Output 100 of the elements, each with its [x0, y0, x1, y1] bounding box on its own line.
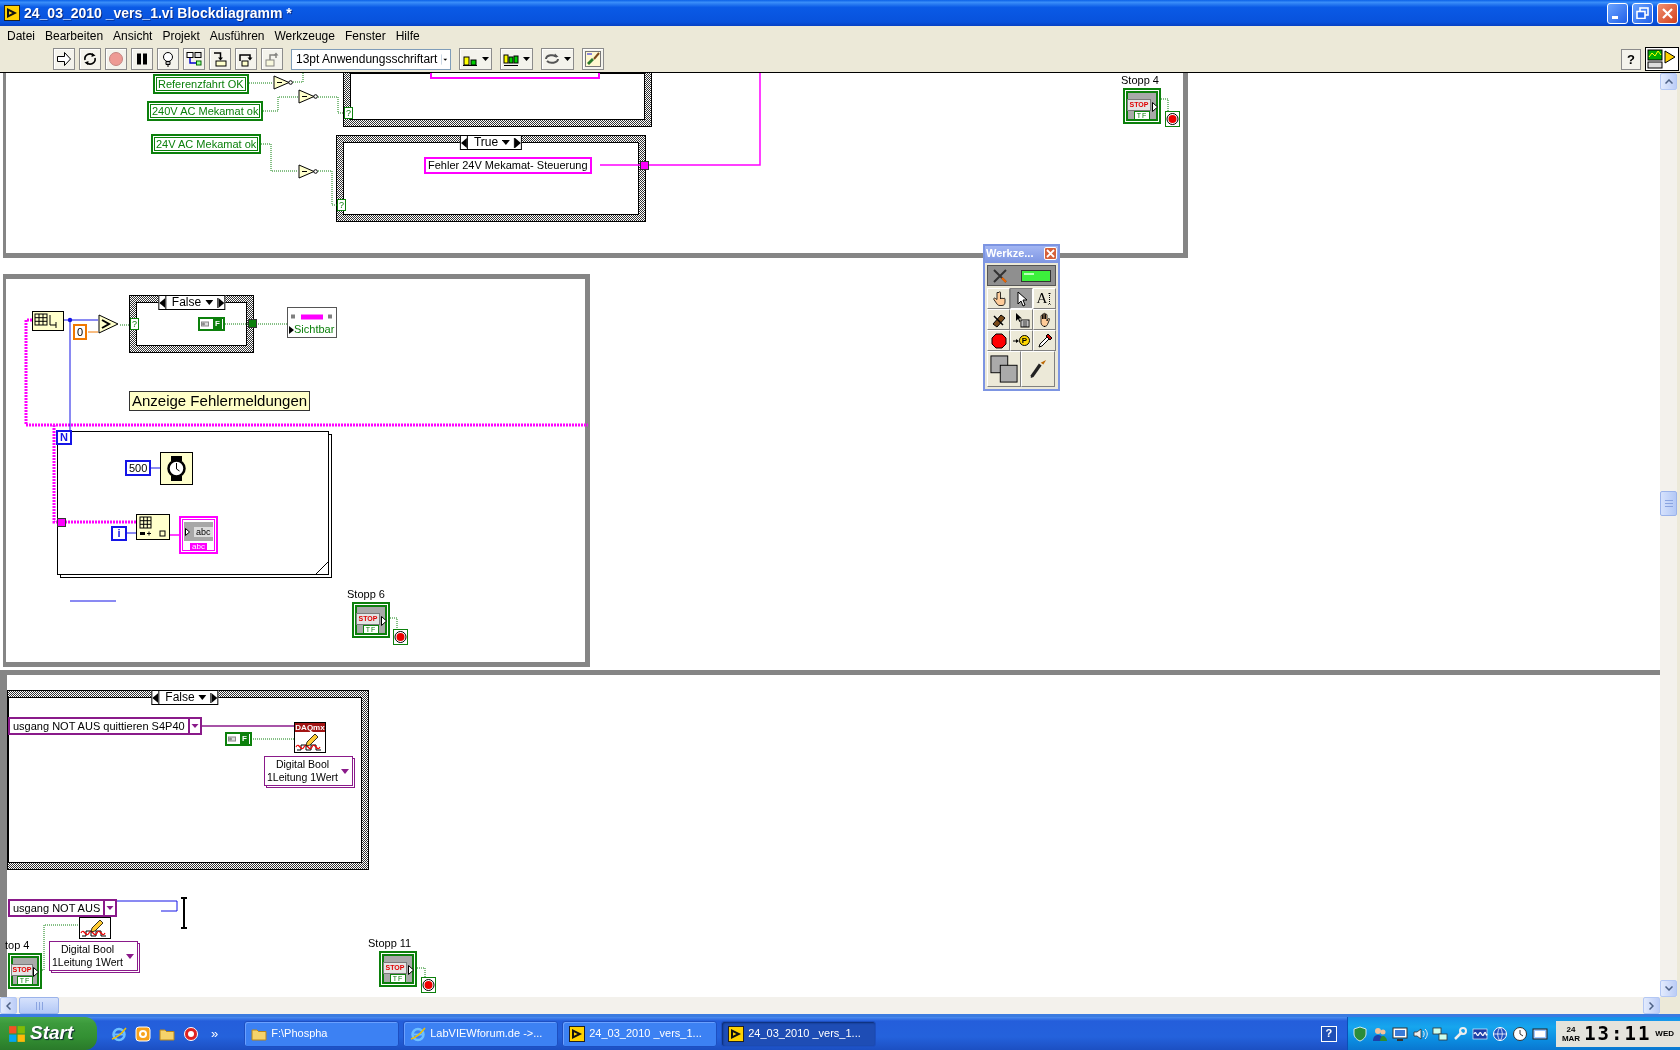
string-constant: Fehler 24V Mekamat- Steuerung: [424, 157, 592, 174]
channel-name: usgang NOT AUS quittieren S4P40: [12, 719, 186, 733]
text-tool-button[interactable]: A: [1033, 288, 1056, 309]
align-objects-button[interactable]: [459, 48, 492, 70]
speaker-icon[interactable]: [1411, 1025, 1428, 1042]
rounded-square-icon[interactable]: [135, 1025, 151, 1042]
run-continuously-button[interactable]: [79, 48, 101, 70]
highlight-execution-button[interactable]: [157, 48, 179, 70]
chevron-left-icon: [6, 1001, 11, 1010]
run-button[interactable]: [53, 48, 75, 70]
scroll-thumb[interactable]: [19, 997, 59, 1014]
window-icon[interactable]: [1531, 1025, 1548, 1042]
language-help-button[interactable]: ?: [1320, 1025, 1337, 1042]
font-dropdown[interactable]: 13pt Anwendungsschriftart: [291, 48, 451, 70]
users-icon[interactable]: [1371, 1025, 1388, 1042]
pause-button[interactable]: [131, 48, 153, 70]
shield-icon[interactable]: [1351, 1025, 1368, 1042]
taskbar-button[interactable]: 24_03_2010 _vers_1...: [562, 1020, 718, 1047]
close-icon: [1662, 7, 1673, 19]
taskbar-button[interactable]: F:\Phospha: [244, 1020, 400, 1047]
shortcut-menu-tool-button[interactable]: [1010, 309, 1033, 330]
selector-terminal: ?: [337, 199, 346, 211]
scroll-right-button[interactable]: [1643, 997, 1660, 1014]
free-label: Anzeige Fehlermeldungen: [129, 391, 311, 411]
menu-item[interactable]: Datei: [2, 28, 40, 44]
wire: [126, 532, 137, 534]
case-selector[interactable]: False: [157, 295, 226, 310]
selector-terminal: ?: [344, 107, 353, 119]
start-button[interactable]: Start: [0, 1017, 97, 1050]
scroll-up-button[interactable]: [1660, 73, 1677, 90]
close-button[interactable]: [1657, 2, 1678, 24]
caret-icon: [198, 695, 207, 700]
taskbar-button[interactable]: LabVIEWforum.de ->...: [403, 1020, 559, 1047]
operate-tool-button[interactable]: [987, 288, 1010, 309]
menu-item[interactable]: Werkzeuge: [269, 28, 340, 44]
selector-terminal: ?: [130, 318, 139, 330]
wiring-tool-button[interactable]: [987, 309, 1010, 330]
scroll-down-button[interactable]: [1660, 980, 1677, 997]
caret-icon: [205, 300, 214, 305]
chevron-down-icon: [1664, 986, 1673, 991]
menu-item[interactable]: Fenster: [339, 28, 391, 44]
help-button[interactable]: ?: [1621, 48, 1641, 70]
menu-item[interactable]: Ansicht: [108, 28, 158, 44]
menu-item[interactable]: Ausführen: [204, 28, 270, 44]
polymorphic-selector[interactable]: Digital Bool 1Leitung 1Wert: [264, 756, 354, 786]
breakpoint-tool-button[interactable]: [987, 330, 1010, 351]
scroll-left-button[interactable]: [0, 997, 17, 1014]
more-chevron[interactable]: »: [207, 1025, 223, 1042]
round-app-icon[interactable]: [183, 1025, 199, 1042]
output-arrow-icon: [408, 965, 414, 975]
step-over-button[interactable]: [235, 48, 257, 70]
vertical-scrollbar[interactable]: [1660, 73, 1677, 997]
polymorphic-selector[interactable]: Digital Bool 1Leitung 1Wert: [49, 941, 139, 971]
type-label: abc: [190, 543, 207, 551]
taskbar-button[interactable]: 24_03_2010 _vers_1...: [721, 1020, 877, 1047]
scroll-thumb[interactable]: [1660, 491, 1677, 516]
stop-circle-icon: [393, 629, 408, 645]
paintbrush-tool-button[interactable]: [1021, 351, 1055, 387]
decrement-arrow-icon: [460, 137, 467, 148]
color-swatch-tool-button[interactable]: [987, 351, 1021, 387]
waveform-icon[interactable]: [1471, 1025, 1488, 1042]
increment-arrow-icon: [514, 137, 522, 148]
network-icon[interactable]: [1431, 1025, 1448, 1042]
color-copy-tool-button[interactable]: [1033, 330, 1056, 351]
distribute-objects-icon: [503, 51, 519, 67]
broom-icon: [585, 51, 601, 67]
menu-item[interactable]: Projekt: [157, 28, 205, 44]
stop-circle-icon: [421, 977, 436, 993]
reorder-button[interactable]: [541, 48, 574, 70]
probe-wire-icon: [1013, 337, 1019, 344]
pause-icon: [134, 51, 150, 67]
clean-up-button[interactable]: [582, 48, 604, 70]
minimize-button[interactable]: [1607, 2, 1628, 24]
restore-button[interactable]: [1632, 2, 1653, 24]
menu-item[interactable]: Bearbeiten: [40, 28, 109, 44]
switch-glyph-icon: [201, 320, 209, 328]
output-arrow-icon: [33, 967, 39, 977]
horizontal-scrollbar[interactable]: [0, 997, 1660, 1014]
probe-tool-button[interactable]: P: [1010, 330, 1033, 351]
browser-icon[interactable]: [111, 1025, 127, 1042]
output-arrow-icon: [1152, 102, 1158, 112]
case-selector[interactable]: True: [459, 135, 523, 150]
junction-dot-icon: [67, 317, 73, 323]
retain-wire-values-button[interactable]: [183, 48, 205, 70]
scroll-tool-button[interactable]: [1033, 309, 1056, 330]
distribute-objects-button[interactable]: [500, 48, 533, 70]
node-header: DAQmx: [295, 723, 325, 732]
step-into-button[interactable]: [209, 48, 231, 70]
clock-day: 24: [1566, 1024, 1576, 1034]
menu-item[interactable]: Hilfe: [390, 28, 425, 44]
case-selector[interactable]: False: [151, 690, 219, 705]
close-button[interactable]: [1044, 247, 1057, 260]
automatic-tool-button[interactable]: [987, 265, 1056, 286]
wire: [317, 96, 345, 114]
array-grid-icon: [136, 514, 170, 540]
monitor-icon[interactable]: [1391, 1025, 1408, 1042]
globe-icon[interactable]: [1491, 1025, 1508, 1042]
array-grid-icon: [32, 311, 64, 331]
clock-icon[interactable]: [1511, 1025, 1528, 1042]
position-tool-button[interactable]: [1010, 288, 1033, 309]
